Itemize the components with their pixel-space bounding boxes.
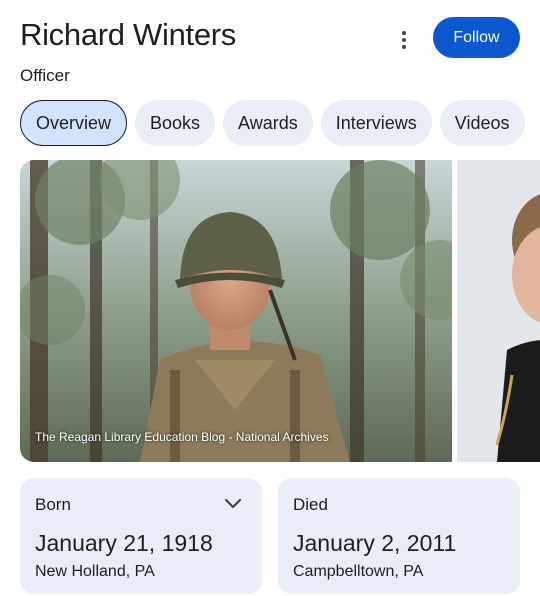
more-options-button[interactable] [392, 24, 416, 56]
page-subtitle: Officer [20, 66, 70, 85]
portrait-photo-image [457, 160, 540, 462]
born-card[interactable]: Born January 21, 1918 New Holland, PA [20, 478, 262, 594]
photo-caption: The Reagan Library Education Blog - Nati… [35, 430, 329, 444]
died-place: Campbelltown, PA [293, 563, 424, 580]
page-title: Richard Winters [20, 17, 236, 52]
died-label: Died [293, 495, 328, 514]
born-place: New Holland, PA [35, 563, 155, 580]
tab-books[interactable]: Books [135, 100, 216, 146]
more-vert-icon [402, 31, 406, 35]
died-date: January 2, 2011 [293, 530, 457, 556]
chevron-down-icon[interactable] [224, 498, 242, 510]
tab-videos[interactable]: Videos [439, 100, 525, 146]
born-label: Born [35, 495, 71, 514]
follow-button[interactable]: Follow [433, 17, 520, 58]
died-card[interactable]: Died January 2, 2011 Campbelltown, PA [278, 478, 520, 594]
tab-awards[interactable]: Awards [223, 100, 313, 146]
tab-bar: Overview Books Awards Interviews Videos [20, 100, 525, 146]
tab-overview[interactable]: Overview [20, 100, 128, 146]
soldier-photo-image [20, 160, 452, 462]
secondary-photo[interactable] [457, 160, 540, 462]
main-photo[interactable]: The Reagan Library Education Blog - Nati… [20, 160, 452, 462]
tab-interviews[interactable]: Interviews [320, 100, 432, 146]
born-date: January 21, 1918 [35, 530, 213, 556]
